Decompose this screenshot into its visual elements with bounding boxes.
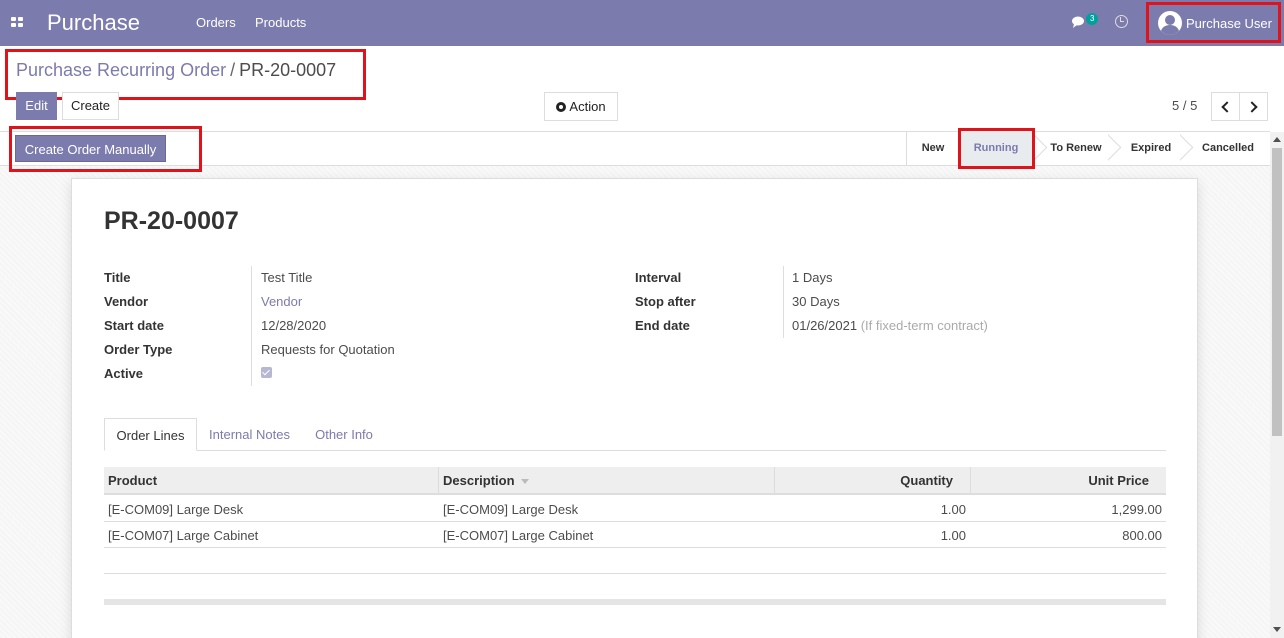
scroll-down-arrow-icon[interactable] [1273,627,1281,632]
menu-products[interactable]: Products [255,15,306,30]
row-divider [104,573,1166,574]
stage-new[interactable]: New [908,131,958,166]
field-start-date: 12/28/2020 [261,318,327,333]
gear-icon [556,102,567,112]
row-2-description[interactable]: [E-COM07] Large Cabinet [443,528,593,543]
edit-button[interactable]: Edit [16,92,57,120]
row-2-unit-price[interactable]: 800.00 [971,528,1162,543]
field-label-order-type: Order Type [104,342,173,357]
record-name: PR-20-0007 [104,207,239,235]
column-divider [438,467,439,494]
breadcrumb-separator: / [230,60,236,80]
tab-internal-notes[interactable]: Internal Notes [199,418,300,451]
field-label-title: Title [104,270,131,285]
breadcrumb-current: PR-20-0007 [239,60,337,80]
chevron-left-icon [1221,101,1233,113]
stage-cancelled[interactable]: Cancelled [1194,131,1262,166]
row-divider [104,547,1166,548]
breadcrumb-parent-link[interactable]: Purchase Recurring Order [16,60,226,80]
field-interval: 1 Days [792,270,833,285]
field-divider [783,266,784,338]
action-label: Action [569,99,606,114]
app-name: Purchase [47,10,140,35]
row-2-quantity[interactable]: 1.00 [775,528,966,543]
row-1-product[interactable]: [E-COM09] Large Desk [108,502,243,517]
field-vendor-link[interactable]: Vendor [261,294,302,309]
sort-caret-icon [520,479,529,485]
user-menu[interactable]: Purchase User [1146,2,1281,43]
create-order-manually-button[interactable]: Create Order Manually [15,135,166,162]
column-header-unit-price[interactable]: Unit Price [971,467,1149,494]
column-header-description[interactable]: Description [443,467,529,494]
row-divider [104,521,1166,522]
row-1-description[interactable]: [E-COM09] Large Desk [443,502,578,517]
tab-other-info[interactable]: Other Info [303,418,385,451]
chat-icon[interactable] [1071,14,1087,30]
table-footer [104,599,1166,605]
top-navbar: Purchase Orders Products 3 Purchase User [0,0,1284,46]
pager-next-button[interactable] [1239,92,1268,121]
scroll-up-arrow-icon[interactable] [1273,137,1281,142]
end-date-hint: (If fixed-term contract) [860,318,988,333]
field-end-date: 01/26/2021 (If fixed-term contract) [792,318,988,333]
scrollbar-thumb[interactable] [1272,148,1282,436]
running-highlight [958,128,1035,169]
field-label-vendor: Vendor [104,294,149,309]
avatar [1158,11,1182,35]
row-2-product[interactable]: [E-COM07] Large Cabinet [108,528,258,543]
description-header-label: Description [443,473,515,488]
row-1-unit-price[interactable]: 1,299.00 [971,502,1162,517]
field-label-end-date: End date [635,318,690,333]
activity-clock-icon[interactable] [1115,15,1128,28]
action-button[interactable]: Action [544,92,618,121]
menu-orders[interactable]: Orders [196,15,236,30]
user-name: Purchase User [1186,16,1272,31]
active-checkbox [261,367,272,378]
apps-menu-icon[interactable] [11,17,23,27]
stage-to-renew[interactable]: To Renew [1044,131,1108,166]
stage-divider [906,132,907,165]
end-date-value: 01/26/2021 [792,318,858,333]
pager-previous-button[interactable] [1211,92,1240,121]
pager-value: 5 / 5 [1172,98,1198,113]
tab-order-lines[interactable]: Order Lines [104,418,197,451]
field-stop-after: 30 Days [792,294,840,309]
chevron-right-icon [1246,101,1258,113]
field-order-type: Requests for Quotation [261,342,395,357]
stage-expired[interactable]: Expired [1122,131,1180,166]
row-1-quantity[interactable]: 1.00 [775,502,966,517]
field-label-start-date: Start date [104,318,164,333]
field-label-stop-after: Stop after [635,294,696,309]
chat-count-badge: 3 [1086,13,1099,25]
field-divider [251,266,252,386]
form-sheet [71,178,1198,638]
field-title: Test Title [261,270,313,285]
create-button[interactable]: Create [62,92,119,120]
column-header-product[interactable]: Product [108,467,157,494]
field-label-active: Active [104,366,144,381]
breadcrumb: Purchase Recurring Order / PR-20-0007 [16,60,336,81]
column-header-quantity[interactable]: Quantity [775,467,953,494]
field-label-interval: Interval [635,270,682,285]
